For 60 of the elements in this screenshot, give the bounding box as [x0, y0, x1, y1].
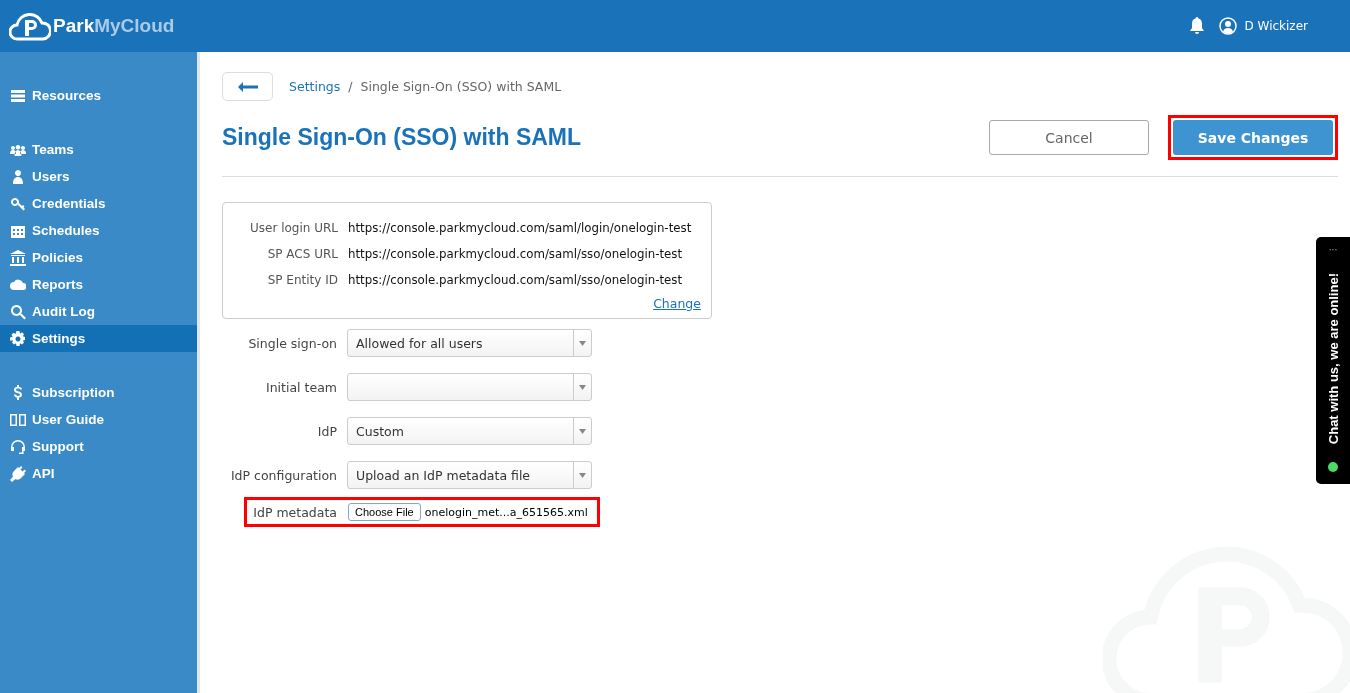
book-icon	[10, 411, 26, 428]
sidebar-item[interactable]: Schedules	[0, 217, 197, 244]
info-label: User login URL	[248, 221, 338, 235]
sidebar-item[interactable]: Audit Log	[0, 298, 197, 325]
save-button[interactable]: Save Changes	[1173, 120, 1333, 155]
plug-icon	[10, 465, 26, 482]
bell-icon[interactable]	[1188, 17, 1205, 35]
cancel-button[interactable]: Cancel	[989, 120, 1149, 155]
sidebar-item[interactable]: API	[0, 460, 197, 487]
sidebar-item[interactable]: User Guide	[0, 406, 197, 433]
page-title: Single Sign-On (SSO) with SAML	[222, 124, 582, 151]
menu-icon[interactable]: ···	[1328, 245, 1338, 255]
change-link[interactable]: Change	[653, 296, 701, 311]
dropdown[interactable]: Allowed for all users	[347, 329, 592, 357]
search-icon	[10, 303, 26, 320]
info-label: SP Entity ID	[266, 273, 338, 287]
caret-icon	[579, 472, 586, 478]
field-label: Initial team	[265, 379, 337, 395]
field-label: IdP configuration	[229, 467, 337, 483]
left-arrow-icon	[237, 81, 258, 92]
info-label: SP ACS URL	[266, 247, 338, 261]
user-avatar-icon[interactable]	[1218, 17, 1237, 35]
headset-icon	[10, 438, 26, 455]
status-dot-icon	[1328, 462, 1338, 472]
chat-label: Chat with us, we are online!	[1325, 272, 1341, 445]
bank-icon	[10, 249, 26, 266]
info-value: https://console.parkmycloud.com/saml/sso/onelogin-test	[348, 247, 683, 261]
field-label: IdP metadata	[252, 504, 337, 520]
sidebar-item[interactable]: Settings	[0, 325, 197, 352]
sidebar-item[interactable]: Support	[0, 433, 197, 460]
dropdown[interactable]: Custom	[347, 417, 592, 445]
sidebar-item[interactable]: Teams	[0, 136, 197, 163]
key-icon	[10, 195, 26, 212]
field-label: Single sign-on	[247, 335, 337, 351]
user-icon	[10, 168, 26, 185]
sidebar-item[interactable]: Subscription	[0, 379, 197, 406]
caret-icon	[579, 428, 586, 434]
chat-widget[interactable]: ··· Chat with us, we are online!	[1316, 237, 1350, 484]
info-value: https://console.parkmycloud.com/saml/login/onelogin-test	[348, 221, 692, 235]
choose-file-button[interactable]: Choose File	[348, 503, 421, 521]
user-name[interactable]: D Wickizer	[1244, 19, 1308, 33]
breadcrumb-current: Single Sign-On (SSO) with SAML	[360, 79, 562, 94]
logo-text: ParkMyCloud	[53, 15, 175, 37]
sidebar-item[interactable]: Resources	[0, 82, 197, 109]
file-name: onelogin_met...a_651565.xml	[424, 505, 588, 519]
gear-icon	[10, 330, 26, 347]
dropdown[interactable]: Upload an IdP metadata file	[347, 461, 592, 489]
sidebar-item[interactable]: Credentials	[0, 190, 197, 217]
info-value: https://console.parkmycloud.com/saml/sso/onelogin-test	[348, 273, 683, 287]
breadcrumb-separator: /	[348, 79, 353, 94]
caret-icon	[579, 384, 586, 390]
sidebar-item[interactable]: Users	[0, 163, 197, 190]
sidebar-item[interactable]: Policies	[0, 244, 197, 271]
caret-icon	[579, 340, 586, 346]
back-button[interactable]	[222, 72, 273, 101]
field-label: IdP	[316, 423, 337, 439]
sidebar-item[interactable]: Reports	[0, 271, 197, 298]
breadcrumb-link[interactable]: Settings	[289, 79, 341, 94]
server-icon	[10, 87, 26, 104]
cloud-logo-icon	[9, 11, 51, 41]
